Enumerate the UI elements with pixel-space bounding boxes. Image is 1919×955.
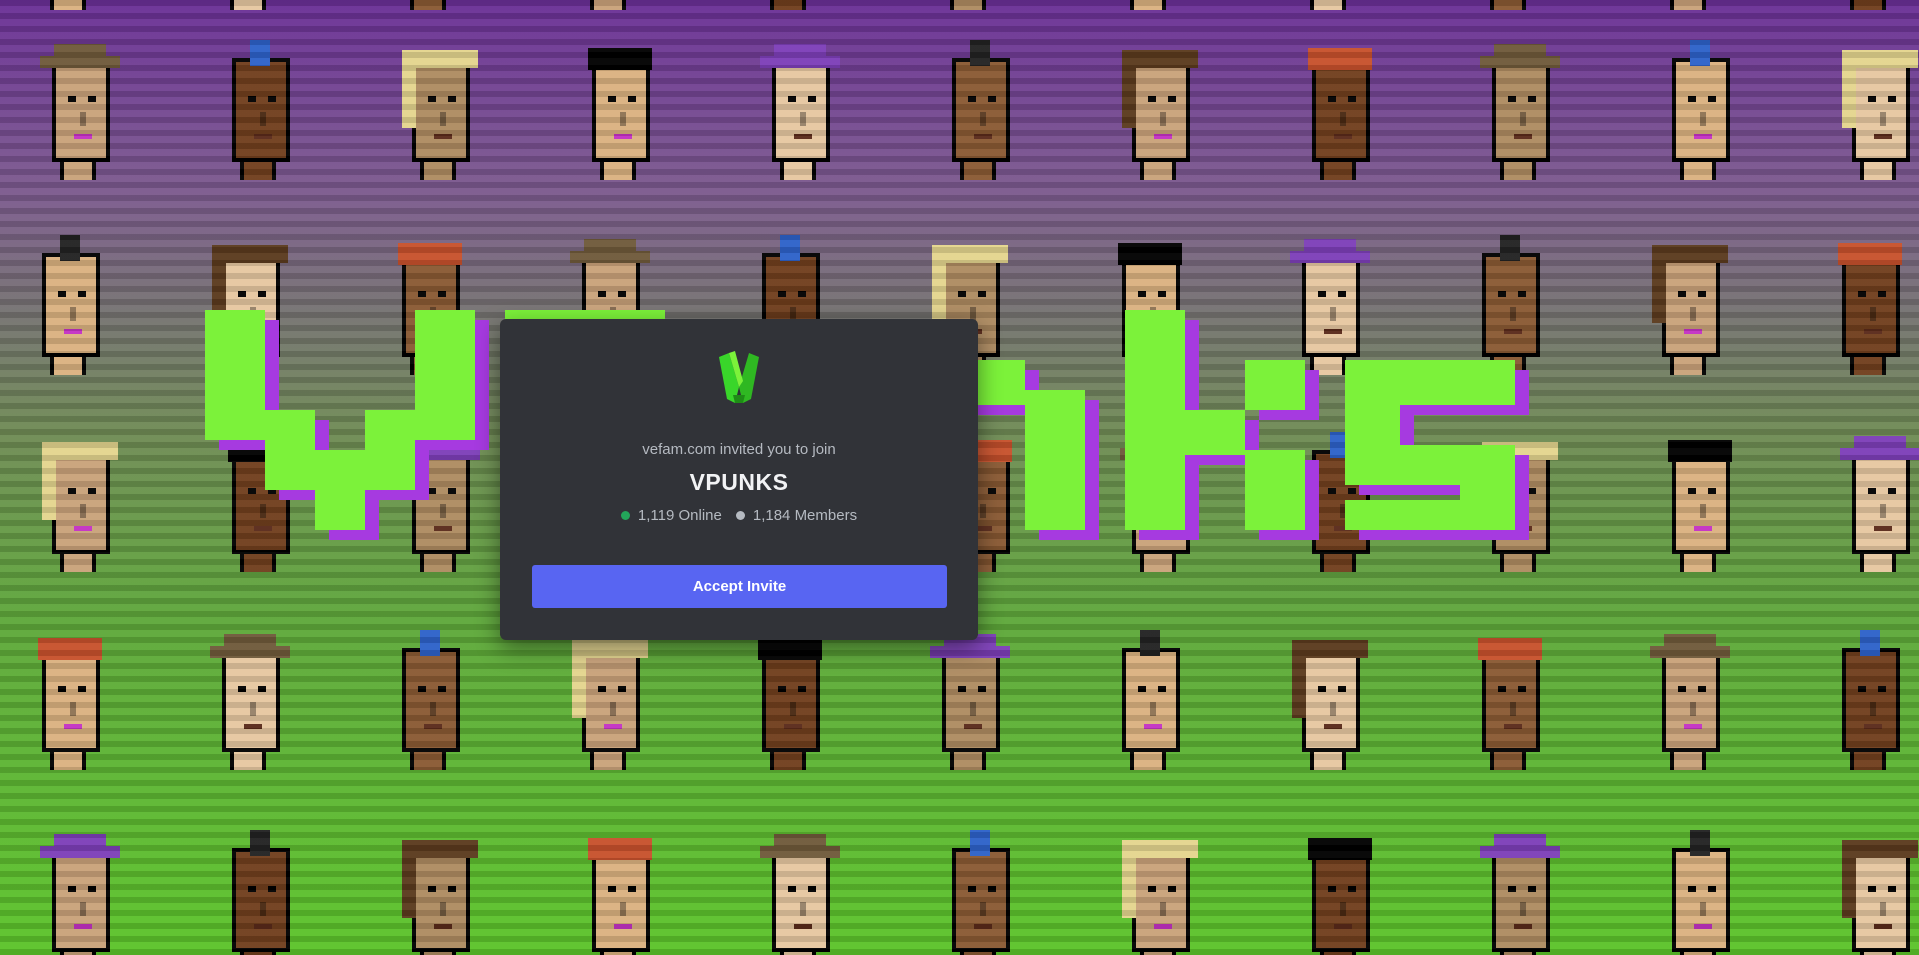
punk-avatar — [1640, 0, 1740, 10]
punk-avatar — [1100, 630, 1200, 770]
wordmark-block — [1125, 310, 1185, 530]
wordmark-block — [365, 410, 415, 490]
invite-card: vefam.com invited you to join VPUNKS 1,1… — [500, 319, 978, 640]
member-count: 1,184 Members — [752, 507, 858, 524]
punk-avatar — [1280, 0, 1380, 10]
punk-avatar — [560, 630, 660, 770]
punk-avatar — [1290, 40, 1390, 180]
punk-avatar — [930, 830, 1030, 955]
punk-avatar — [1470, 40, 1570, 180]
vpunks-v-logo-icon — [715, 351, 763, 407]
punk-avatar — [200, 630, 300, 770]
punk-avatar — [30, 432, 130, 572]
inviter-text: vefam.com invited you to join — [642, 441, 836, 458]
punk-avatar — [20, 235, 120, 375]
punk-avatar — [210, 830, 310, 955]
punk-avatar — [1460, 0, 1560, 10]
punk-avatar — [1110, 40, 1210, 180]
accept-invite-button[interactable]: Accept Invite — [532, 565, 947, 608]
punk-avatar — [1650, 830, 1750, 955]
wordmark-block — [1245, 360, 1305, 410]
wordmark-block — [265, 410, 315, 490]
online-count: 1,119 Online — [637, 507, 722, 524]
punk-avatar — [1470, 830, 1570, 955]
punk-avatar — [30, 40, 130, 180]
punk-avatar — [1640, 630, 1740, 770]
punk-avatar — [380, 630, 480, 770]
punk-avatar — [1830, 40, 1919, 180]
punk-avatar — [1290, 830, 1390, 955]
server-stats: 1,119 Online 1,184 Members — [500, 507, 978, 524]
wordmark-block — [1345, 445, 1515, 485]
punk-avatar — [1460, 630, 1560, 770]
punk-avatar — [1650, 40, 1750, 180]
punk-avatar — [570, 40, 670, 180]
punk-avatar — [560, 0, 660, 10]
punk-avatar — [210, 40, 310, 180]
online-dot-icon — [620, 511, 630, 520]
members-dot-icon — [735, 511, 745, 520]
wordmark-block — [205, 310, 265, 440]
punk-avatar — [380, 0, 480, 10]
punk-avatar — [20, 0, 120, 10]
server-name: VPUNKS — [689, 469, 789, 495]
wordmark-block — [415, 310, 475, 440]
members-stat: 1,184 Members — [735, 507, 858, 524]
punk-avatar — [920, 0, 1020, 10]
punk-avatar — [920, 630, 1020, 770]
punk-avatar — [930, 40, 1030, 180]
punk-avatar — [750, 40, 850, 180]
punk-avatar — [20, 630, 120, 770]
wordmark-block — [1345, 500, 1515, 530]
punk-avatar — [390, 830, 490, 955]
punk-avatar — [740, 630, 840, 770]
punk-avatar — [30, 830, 130, 955]
invite-page: vefam.com invited you to join VPUNKS 1,1… — [0, 0, 1919, 955]
punk-avatar — [1820, 0, 1919, 10]
wordmark-block — [1185, 410, 1245, 455]
wordmark-block — [1345, 405, 1400, 445]
punk-avatar — [750, 830, 850, 955]
punk-avatar — [1820, 235, 1919, 375]
punk-avatar — [1280, 630, 1380, 770]
wordmark-block — [1245, 450, 1305, 530]
punk-avatar — [390, 40, 490, 180]
wordmark-block — [1345, 360, 1515, 405]
punk-avatar — [1830, 432, 1919, 572]
punk-avatar — [1100, 0, 1200, 10]
punk-avatar — [740, 0, 840, 10]
punk-avatar — [1110, 830, 1210, 955]
punk-avatar — [200, 0, 300, 10]
wordmark-block — [1025, 390, 1085, 530]
online-stat: 1,119 Online — [620, 507, 722, 524]
punk-avatar — [570, 830, 670, 955]
wordmark-block — [315, 450, 365, 530]
punk-avatar — [1820, 630, 1919, 770]
punk-avatar — [1830, 830, 1919, 955]
